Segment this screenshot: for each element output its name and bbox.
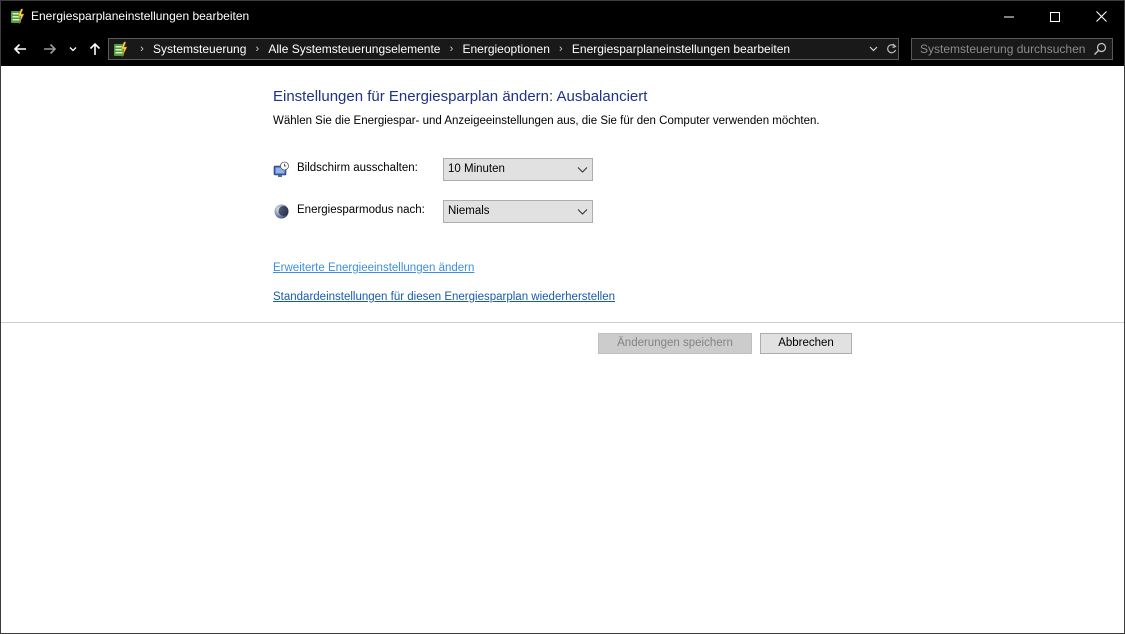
recent-locations-icon (69, 47, 77, 52)
chevron-right-icon[interactable]: › (133, 43, 151, 55)
back-arrow-icon (13, 43, 26, 55)
setting-row-display-off: Bildschirm ausschalten: 10 Minuten (273, 158, 603, 182)
address-history-button[interactable] (865, 40, 881, 58)
divider (1, 322, 1124, 323)
sleep-select[interactable]: Niemals (443, 200, 593, 223)
minimize-button[interactable] (986, 1, 1032, 32)
display-off-select[interactable]: 10 Minuten (443, 158, 593, 181)
display-off-value: 10 Minuten (448, 163, 505, 175)
close-icon (1095, 11, 1107, 22)
app-window: Energiesparplaneinstellungen bearbeiten (0, 0, 1125, 634)
restore-defaults-link[interactable]: Standardeinstellungen für diesen Energie… (273, 291, 615, 303)
save-changes-button[interactable]: Änderungen speichern (598, 333, 752, 354)
chevron-down-icon (577, 209, 588, 215)
forward-arrow-icon (44, 43, 57, 55)
window-title: Energiesparplaneinstellungen bearbeiten (31, 9, 250, 23)
display-off-label: Bildschirm ausschalten: (297, 162, 418, 174)
power-options-icon (11, 8, 25, 25)
refresh-button[interactable] (883, 40, 899, 58)
navigation-bar: › Systemsteuerung › Alle Systemsteuerung… (1, 32, 1124, 66)
page-description: Wählen Sie die Energiespar- und Anzeigee… (273, 115, 820, 127)
advanced-settings-link[interactable]: Erweiterte Energieeinstellungen ändern (273, 262, 474, 274)
search-input[interactable] (912, 39, 1088, 59)
title-bar[interactable]: Energiesparplaneinstellungen bearbeiten (1, 1, 1124, 32)
chevron-right-icon[interactable]: › (248, 43, 266, 55)
breadcrumb: › Systemsteuerung › Alle Systemsteuerung… (133, 39, 792, 59)
back-button[interactable] (7, 36, 33, 62)
cancel-button[interactable]: Abbrechen (760, 333, 852, 354)
chevron-right-icon[interactable]: › (442, 43, 460, 55)
recent-locations-button[interactable] (65, 36, 81, 62)
moon-icon (274, 204, 289, 219)
breadcrumb-item-energieoptionen[interactable]: Energieoptionen (460, 42, 551, 56)
setting-row-sleep: Energiesparmodus nach: Niemals (273, 200, 603, 224)
maximize-button[interactable] (1032, 1, 1078, 32)
chevron-right-icon[interactable]: › (552, 43, 570, 55)
up-arrow-icon (89, 42, 101, 55)
breadcrumb-item-systemsteuerung[interactable]: Systemsteuerung (151, 42, 248, 56)
content-area: Einstellungen für Energiesparplan ändern… (1, 66, 1124, 633)
breadcrumb-item-current[interactable]: Energiesparplaneinstellungen bearbeiten (570, 42, 792, 56)
sleep-label: Energiesparmodus nach: (297, 204, 425, 216)
up-button[interactable] (83, 36, 107, 62)
search-box[interactable] (911, 38, 1113, 60)
refresh-icon (886, 43, 897, 54)
breadcrumb-item-alle-elemente[interactable]: Alle Systemsteuerungselemente (266, 42, 442, 56)
monitor-clock-icon (273, 161, 289, 177)
chevron-down-icon (577, 167, 588, 173)
address-bar[interactable]: › Systemsteuerung › Alle Systemsteuerung… (108, 38, 899, 60)
minimize-icon (1004, 16, 1014, 17)
forward-button[interactable] (37, 36, 63, 62)
close-button[interactable] (1078, 1, 1124, 32)
sleep-value: Niemals (448, 205, 490, 217)
chevron-down-icon (869, 46, 877, 52)
control-panel-icon (114, 41, 128, 58)
page-title: Einstellungen für Energiesparplan ändern… (273, 88, 648, 105)
search-icon[interactable] (1092, 41, 1108, 57)
maximize-icon (1050, 11, 1060, 22)
